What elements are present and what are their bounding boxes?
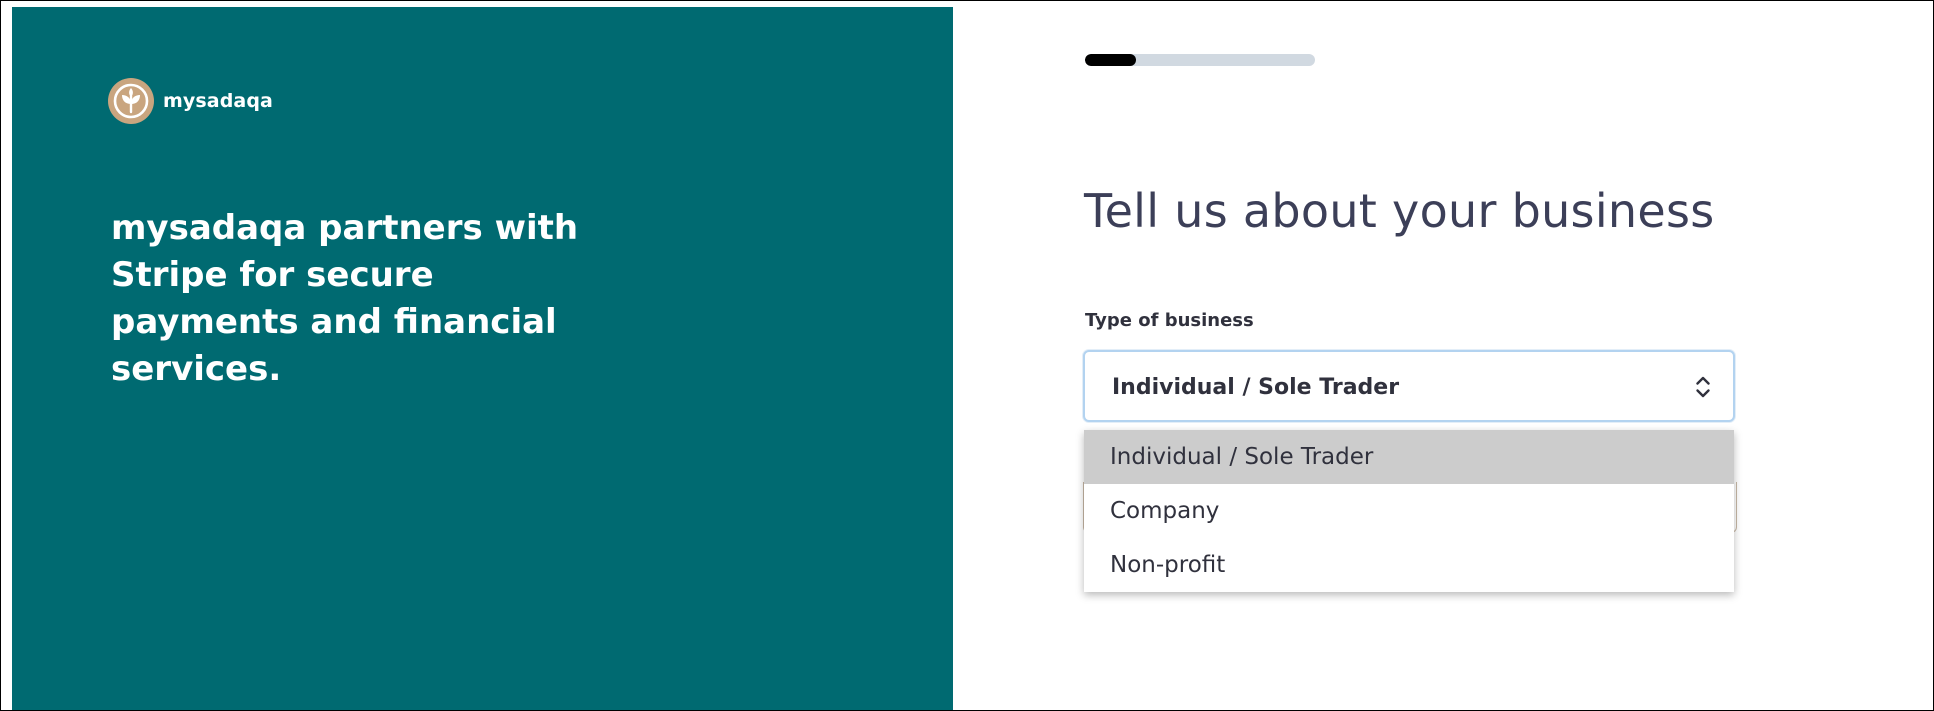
dropdown-option[interactable]: Company — [1084, 484, 1734, 538]
form-panel: Tell us about your business Type of busi… — [953, 1, 1933, 710]
business-type-selected-value: Individual / Sole Trader — [1112, 375, 1400, 400]
progress-bar-fill — [1085, 54, 1136, 66]
business-type-label: Type of business — [1085, 310, 1254, 331]
partner-tagline: mysadaqa partners with Stripe for secure… — [111, 208, 579, 389]
brand-name: mysadaqa — [163, 90, 273, 112]
progress-bar — [1085, 54, 1315, 66]
brand-panel: mysadaqa mysadaqa partners with Stripe f… — [12, 7, 953, 710]
dropdown-option[interactable]: Individual / Sole Trader — [1084, 430, 1734, 484]
wheat-leaf-icon — [108, 78, 154, 124]
business-type-dropdown: Individual / Sole Trader Company Non-profi… — [1084, 430, 1734, 592]
onboarding-window: mysadaqa mysadaqa partners with Stripe f… — [0, 0, 1934, 711]
brand-header: mysadaqa — [108, 78, 273, 124]
dropdown-option[interactable]: Non-profit — [1084, 538, 1734, 592]
page-title: Tell us about your business — [1084, 184, 1715, 238]
business-type-select[interactable]: Individual / Sole Trader — [1083, 350, 1735, 422]
chevron-up-down-icon — [1696, 376, 1710, 398]
